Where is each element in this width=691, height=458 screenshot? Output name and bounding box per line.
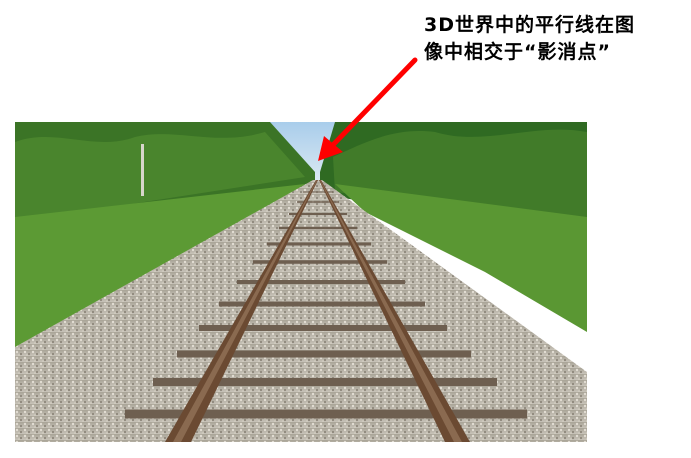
vanishing-point-caption: 3D世界中的平行线在图 像中相交于“影消点”	[424, 12, 635, 66]
railway-photo	[15, 122, 587, 442]
utility-pole	[141, 144, 144, 196]
caption-line-1: 3D世界中的平行线在图	[424, 14, 635, 36]
caption-line-2: 像中相交于“影消点”	[424, 41, 611, 63]
